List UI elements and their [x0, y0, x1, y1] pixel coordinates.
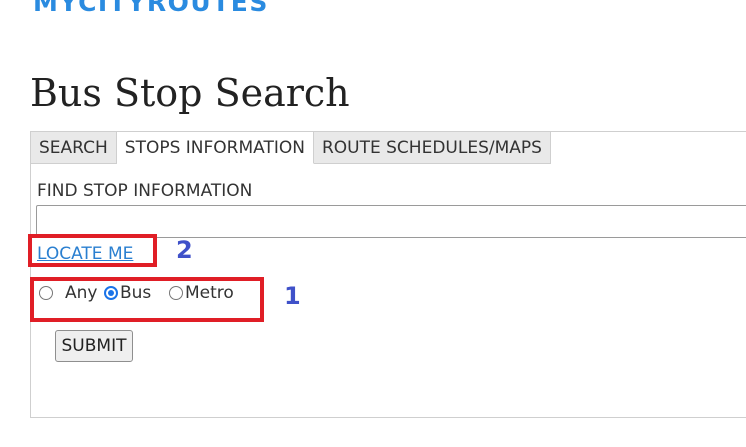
tab-route-schedules-maps[interactable]: ROUTE SCHEDULES/MAPS	[313, 131, 551, 164]
tab-search[interactable]: SEARCH	[30, 131, 117, 164]
page-title: Bus Stop Search	[30, 71, 350, 115]
radio-highlight-box	[30, 277, 264, 322]
app-logo: MYCITYROUTES	[33, 0, 269, 17]
annotation-number-2: 2	[176, 236, 193, 264]
annotation-number-1: 1	[284, 282, 301, 310]
tab-stops-information[interactable]: STOPS INFORMATION	[116, 131, 314, 164]
locate-highlight-box	[28, 234, 157, 267]
find-stop-label: FIND STOP INFORMATION	[37, 181, 253, 201]
stops-panel	[30, 131, 746, 418]
submit-button[interactable]: SUBMIT	[55, 330, 133, 362]
tab-bar: SEARCH STOPS INFORMATION ROUTE SCHEDULES…	[30, 131, 551, 164]
